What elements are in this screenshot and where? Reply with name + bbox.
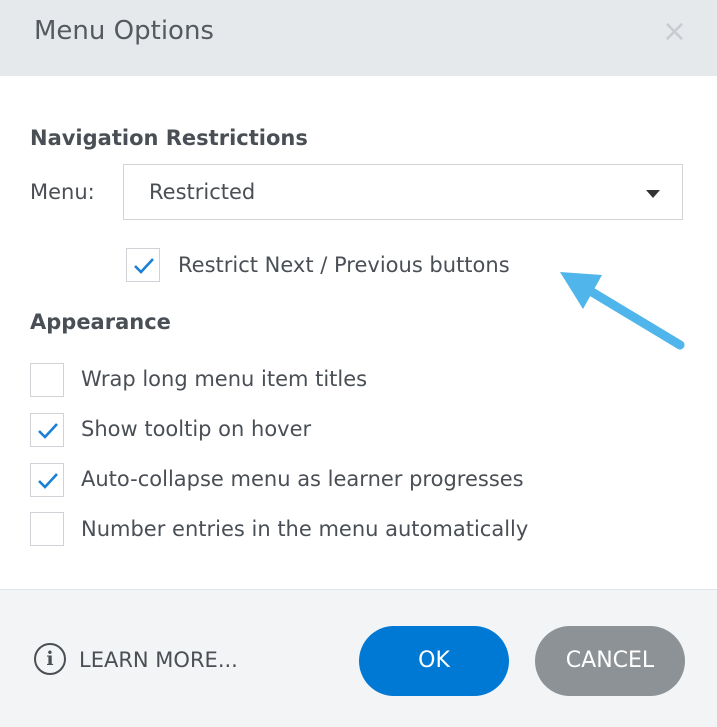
appearance-heading: Appearance — [30, 310, 171, 334]
wrap-titles-label: Wrap long menu item titles — [81, 367, 368, 391]
learn-more-label: LEARN MORE... — [79, 648, 238, 672]
number-entries-checkbox[interactable] — [30, 512, 64, 546]
restrict-next-previous-label: Restrict Next / Previous buttons — [178, 253, 510, 277]
dialog-title: Menu Options — [34, 16, 214, 46]
menu-select-value: Restricted — [149, 180, 256, 204]
info-icon: i — [34, 643, 66, 675]
ok-button[interactable]: OK — [359, 626, 509, 696]
arrow-icon — [560, 272, 685, 350]
close-icon[interactable]: × — [662, 14, 687, 49]
navigation-restrictions-heading: Navigation Restrictions — [30, 126, 308, 150]
dialog-header: Menu Options × — [0, 0, 717, 76]
wrap-titles-checkbox[interactable] — [30, 363, 64, 397]
cancel-button[interactable]: CANCEL — [535, 626, 685, 696]
auto-collapse-label: Auto-collapse menu as learner progresses — [81, 467, 524, 491]
checkmark-icon — [38, 423, 58, 439]
chevron-down-icon — [646, 190, 660, 198]
menu-select[interactable]: Restricted — [123, 164, 683, 220]
checkmark-icon — [38, 473, 58, 489]
menu-label: Menu: — [30, 180, 95, 204]
auto-collapse-checkbox[interactable] — [30, 463, 64, 497]
show-tooltip-label: Show tooltip on hover — [81, 417, 312, 441]
restrict-next-previous-checkbox[interactable] — [126, 248, 160, 282]
show-tooltip-checkbox[interactable] — [30, 413, 64, 447]
number-entries-label: Number entries in the menu automatically — [81, 517, 529, 541]
checkmark-icon — [134, 258, 154, 274]
